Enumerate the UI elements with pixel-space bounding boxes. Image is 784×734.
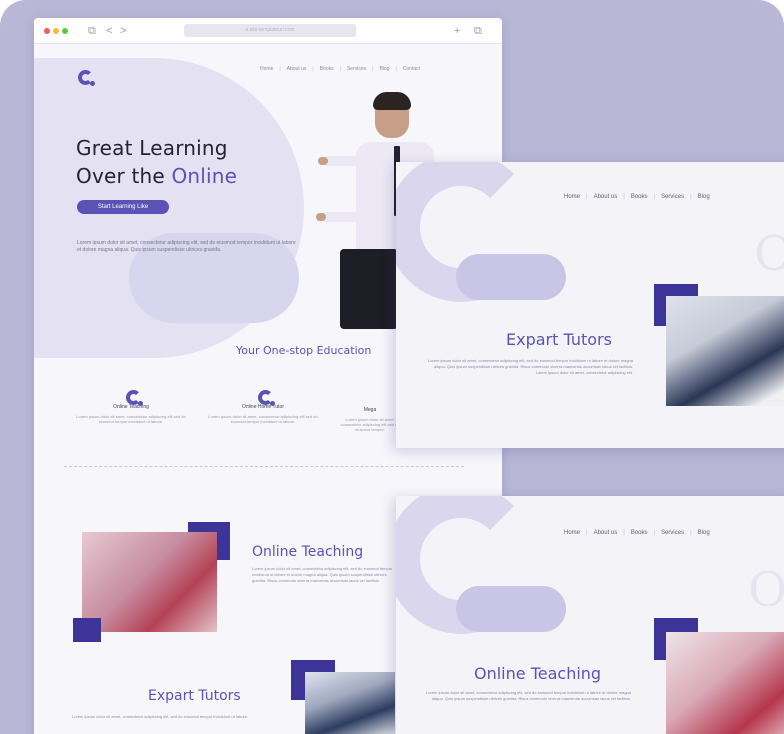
nav-services[interactable]: Services xyxy=(661,530,684,536)
panel-logo-bar xyxy=(456,586,566,632)
preview-panel-tutors: Home | About us | Books | Services | Blog O … xyxy=(396,162,784,448)
close-dot-icon[interactable] xyxy=(44,28,50,34)
new-tab-icon[interactable]: + xyxy=(454,24,460,38)
hero-title: Great Learning Over the Online xyxy=(76,134,237,190)
panel-logo-bar xyxy=(456,254,566,300)
panel-big-letter: O xyxy=(748,562,784,618)
online-teaching-photo xyxy=(82,532,217,632)
nav-about[interactable]: About us xyxy=(594,530,618,536)
feature-title: Online Teaching xyxy=(113,404,149,410)
maximize-dot-icon[interactable] xyxy=(62,28,68,34)
hero-title-accent: Online xyxy=(171,164,238,188)
nav-books[interactable]: Books xyxy=(320,66,334,72)
panel-nav: Home | About us | Books | Services | Blog xyxy=(564,194,710,200)
feature-card[interactable]: Online Home Tutor Lorem ipsum dolor sit … xyxy=(208,390,318,424)
address-bar[interactable]: a.site-templateurl.com xyxy=(184,24,356,37)
logo-icon[interactable] xyxy=(78,70,95,86)
tagline: Your One-stop Education xyxy=(236,344,372,357)
showcase-background: ⧉ < > a.site-templateurl.com + ⧉ Home | A… xyxy=(0,0,784,734)
tabs-icon[interactable]: ⧉ xyxy=(88,24,96,38)
nav-home[interactable]: Home xyxy=(564,530,580,536)
section-body: Lorem ipsum dolor sit amet, consectetur … xyxy=(252,566,393,583)
nav-books[interactable]: Books xyxy=(631,530,648,536)
panel-title: Expart Tutors xyxy=(506,330,612,349)
nav-contact[interactable]: Contact xyxy=(403,66,420,72)
panel-title: Online Teaching xyxy=(474,664,602,683)
nav-blog[interactable]: Blog xyxy=(698,194,710,200)
section-divider xyxy=(64,466,464,467)
start-learning-button[interactable]: Start Learning Like xyxy=(77,200,169,214)
main-nav: Home | About us | Books | Services | Blog | C… xyxy=(260,66,420,72)
feature-logo-icon xyxy=(258,390,275,406)
section-title-expart-tutors: Expart Tutors xyxy=(148,688,241,704)
hero-paragraph: Lorem ipsum dolor sit amet, consectetur … xyxy=(77,240,296,253)
nav-home[interactable]: Home xyxy=(564,194,580,200)
nav-books[interactable]: Books xyxy=(631,194,648,200)
nav-services[interactable]: Services xyxy=(347,66,366,72)
feature-body: Lorem ipsum dolor sit amet, consectetur … xyxy=(340,417,400,432)
online-teaching-photo xyxy=(666,632,784,734)
browser-chrome: ⧉ < > a.site-templateurl.com + ⧉ xyxy=(34,18,502,44)
nav-about[interactable]: About us xyxy=(594,194,618,200)
feature-card[interactable]: Online Teaching Lorem ipsum dolor sit am… xyxy=(76,390,186,424)
accent-square xyxy=(73,618,101,642)
nav-services[interactable]: Services xyxy=(661,194,684,200)
hero-title-line1: Great Learning xyxy=(76,136,228,160)
nav-blog[interactable]: Blog xyxy=(698,530,710,536)
panel-nav: Home | About us | Books | Services | Blog xyxy=(564,530,710,536)
feature-card[interactable]: Mega Lorem ipsum dolor sit amet, consect… xyxy=(340,390,400,432)
nav-blog[interactable]: Blog xyxy=(379,66,389,72)
panel-body: Lorem ipsum dolor sit amet, consectetur … xyxy=(426,690,631,701)
feature-title: Mega xyxy=(363,407,377,413)
feature-logo-icon xyxy=(126,390,143,406)
forward-icon[interactable]: > xyxy=(120,24,126,38)
panel-big-letter: O xyxy=(754,226,784,282)
tutor-photo xyxy=(305,672,395,734)
copy-icon[interactable]: ⧉ xyxy=(474,24,482,38)
feature-body: Lorem ipsum dolor sit amet, consectetur … xyxy=(208,414,318,424)
section-body: Lorem ipsum dolor sit amet, consectetur … xyxy=(72,714,249,719)
feature-title: Online Home Tutor xyxy=(242,404,284,410)
hero-title-line2: Over the xyxy=(76,164,172,188)
back-icon[interactable]: < xyxy=(106,24,112,38)
tutor-photo xyxy=(666,296,784,406)
feature-body: Lorem ipsum dolor sit amet, consectetur … xyxy=(76,414,186,424)
preview-panel-teaching: Home | About us | Books | Services | Blog O … xyxy=(396,496,784,734)
panel-body: Lorem ipsum dolor sit amet, consectetur … xyxy=(428,358,633,375)
section-title-online-teaching: Online Teaching xyxy=(252,544,364,560)
nav-home[interactable]: Home xyxy=(260,66,273,72)
minimize-dot-icon[interactable] xyxy=(53,28,59,34)
nav-about[interactable]: About us xyxy=(287,66,307,72)
